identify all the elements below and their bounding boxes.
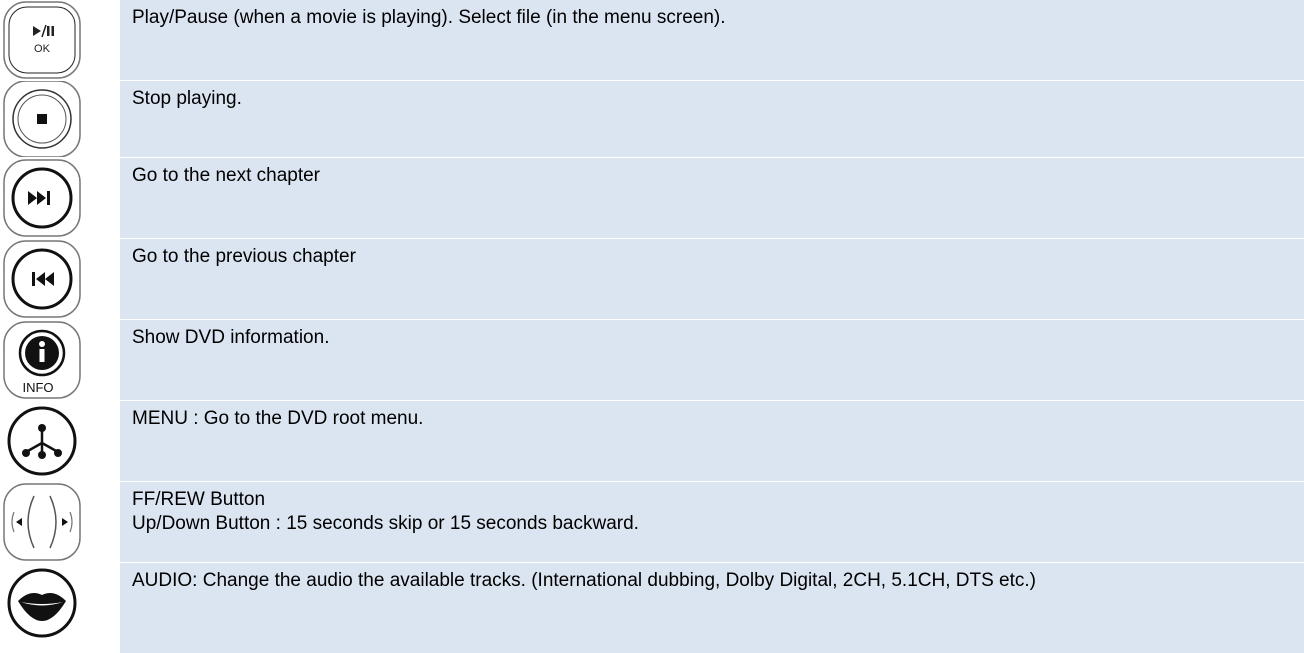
- table-row: MENU : Go to the DVD root menu.: [0, 401, 1304, 481]
- description-line: Go to the next chapter: [132, 165, 321, 186]
- row-description: Go to the next chapter: [120, 158, 1304, 238]
- description-line: Go to the previous chapter: [132, 246, 356, 267]
- description-line: Show DVD information.: [132, 327, 330, 348]
- row-description: Go to the previous chapter: [120, 239, 1304, 319]
- description-line: FF/REW Button: [132, 489, 266, 510]
- table-row: FF/REW Button Up/Down Button : 15 second…: [0, 482, 1304, 562]
- table-row: Stop playing.: [0, 81, 1304, 157]
- table-row: Go to the next chapter: [0, 158, 1304, 238]
- ff-rew-icon: [0, 482, 112, 562]
- table-row: AUDIO: Change the audio the available tr…: [0, 563, 1304, 653]
- row-description: MENU : Go to the DVD root menu.: [120, 401, 1304, 481]
- play-pause-ok-icon: OK: [0, 0, 112, 80]
- stop-icon: [0, 81, 112, 157]
- svg-text:OK: OK: [34, 43, 51, 55]
- table-row: OK Play/Pause (when a movie is playing).…: [0, 0, 1304, 80]
- description-line: Play/Pause (when a movie is playing). Se…: [132, 7, 726, 28]
- svg-text:INFO: INFO: [22, 380, 53, 395]
- next-chapter-icon: [0, 158, 112, 238]
- row-description: FF/REW Button Up/Down Button : 15 second…: [120, 482, 1304, 562]
- previous-chapter-icon: [0, 239, 112, 319]
- description-line: AUDIO: Change the audio the available tr…: [132, 570, 1037, 591]
- menu-icon: [0, 401, 112, 481]
- info-icon: INFO: [0, 320, 112, 400]
- row-description: Stop playing.: [120, 81, 1304, 157]
- row-description: Play/Pause (when a movie is playing). Se…: [120, 0, 1304, 80]
- description-line: Up/Down Button : 15 seconds skip or 15 s…: [132, 513, 639, 534]
- description-line: MENU : Go to the DVD root menu.: [132, 408, 424, 429]
- table-row: INFO Show DVD information.: [0, 320, 1304, 400]
- description-line: Stop playing.: [132, 88, 242, 109]
- row-description: Show DVD information.: [120, 320, 1304, 400]
- table-row: Go to the previous chapter: [0, 239, 1304, 319]
- audio-lips-icon: [0, 563, 112, 653]
- row-description: AUDIO: Change the audio the available tr…: [120, 563, 1304, 653]
